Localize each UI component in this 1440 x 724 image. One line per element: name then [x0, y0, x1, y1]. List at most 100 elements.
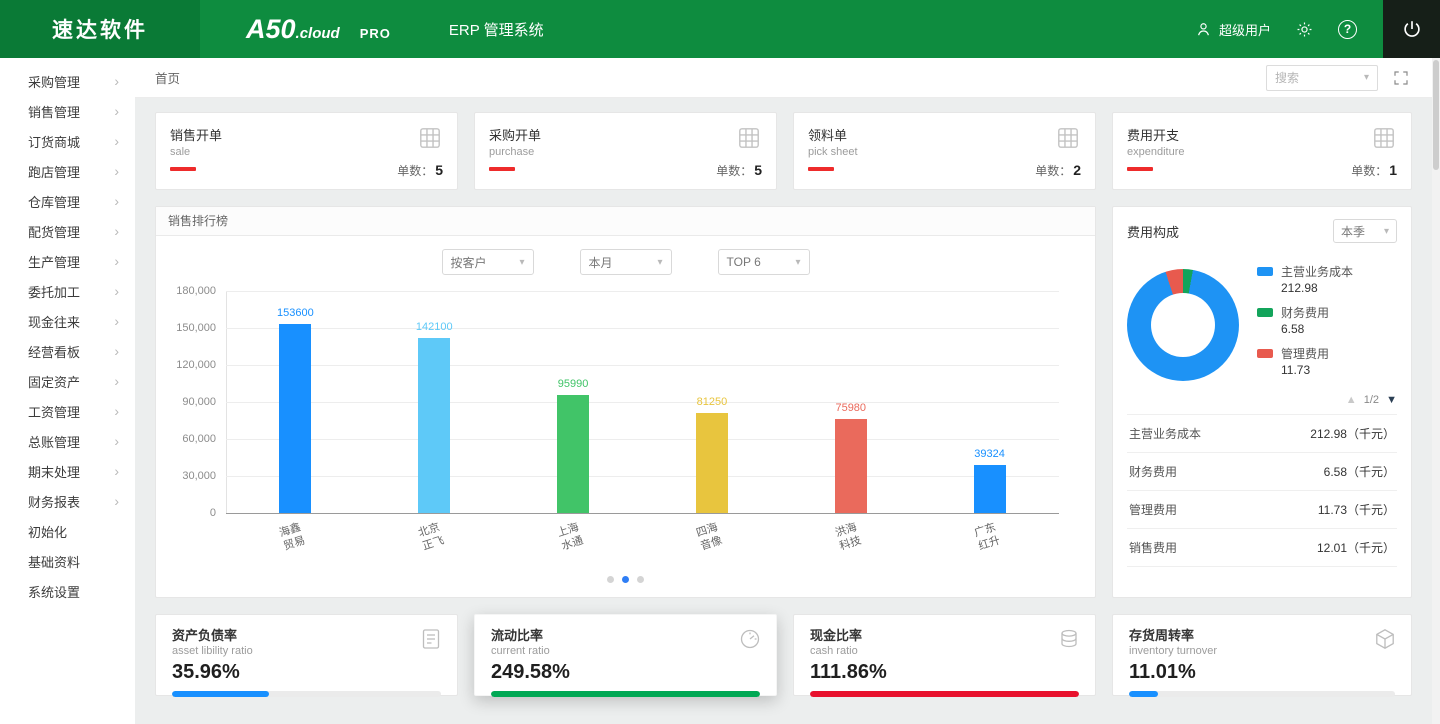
user-menu[interactable]: 超级用户 — [1194, 20, 1271, 39]
x-axis-tick: 北京正飞 — [417, 520, 447, 554]
legend-entry[interactable]: 主营业务成本212.98 — [1257, 263, 1353, 295]
ratio-card[interactable]: 存货周转率inventory turnover11.01% — [1112, 614, 1412, 696]
stat-card[interactable]: 费用开支expenditure单数：1 — [1112, 112, 1412, 190]
chevron-right-icon: › — [114, 403, 119, 419]
x-axis-tick: 海鑫贸易 — [278, 520, 308, 554]
y-axis-tick: 30,000 — [158, 470, 216, 482]
bar-chart: 030,00060,00090,000120,000150,000180,000… — [226, 291, 1059, 513]
x-axis-line — [226, 513, 1059, 514]
sidebar-item[interactable]: 仓库管理› — [0, 186, 135, 216]
stat-card-accent — [808, 167, 834, 171]
sidebar-item[interactable]: 采购管理› — [0, 66, 135, 96]
sidebar-item[interactable]: 基础资料 — [0, 546, 135, 576]
filter-value: TOP 6 — [727, 255, 761, 269]
sidebar-item[interactable]: 总账管理› — [0, 426, 135, 456]
sidebar-item[interactable]: 初始化 — [0, 516, 135, 546]
sidebar: 采购管理›销售管理›订货商城›跑店管理›仓库管理›配货管理›生产管理›委托加工›… — [0, 58, 135, 724]
bar-chart-area: 030,00060,00090,000120,000150,000180,000… — [226, 291, 1059, 513]
month-filter-select[interactable]: 本月 ▾ — [580, 249, 672, 275]
legend-value: 212.98 — [1281, 281, 1353, 295]
sidebar-item[interactable]: 固定资产› — [0, 366, 135, 396]
gridline — [226, 291, 1059, 292]
bar-海鑫贸易[interactable] — [279, 324, 311, 513]
carousel-dot[interactable] — [607, 576, 614, 583]
expense-row-value: 11.73（千元） — [1318, 501, 1395, 518]
ratio-card-subtitle: current ratio — [491, 645, 760, 657]
sidebar-item[interactable]: 销售管理› — [0, 96, 135, 126]
gear-icon[interactable] — [1295, 20, 1314, 39]
stat-card-count: 单数：5 — [397, 162, 443, 179]
stat-card-title: 销售开单 — [170, 125, 443, 144]
bar-洪海科技[interactable] — [835, 419, 867, 513]
sidebar-item[interactable]: 工资管理› — [0, 396, 135, 426]
period-select[interactable]: 本季 ▾ — [1333, 219, 1397, 243]
chevron-right-icon: › — [114, 193, 119, 209]
ratio-card-title: 资产负债率 — [172, 625, 441, 644]
ratio-card[interactable]: 现金比率cash ratio111.86% — [793, 614, 1096, 696]
chevron-right-icon: › — [114, 373, 119, 389]
donut-legend: 主营业务成本212.98 财务费用6.58 管理费用11.73 — [1257, 263, 1353, 386]
fullscreen-icon[interactable] — [1392, 69, 1410, 87]
top-filter-select[interactable]: TOP 6 ▾ — [718, 249, 810, 275]
sidebar-item-label: 委托加工 — [28, 282, 114, 301]
ratio-card[interactable]: 资产负债率asset libility ratio35.96% — [155, 614, 458, 696]
expense-row-label: 财务费用 — [1129, 463, 1177, 480]
sidebar-item[interactable]: 订货商城› — [0, 126, 135, 156]
customer-filter-select[interactable]: 按客户 ▾ — [442, 249, 534, 275]
legend-pager: ▲ 1/2 ▼ — [1127, 394, 1397, 406]
expense-row-label: 主营业务成本 — [1129, 425, 1201, 442]
breadcrumb[interactable]: 首页 — [155, 68, 180, 87]
pager-up-icon[interactable]: ▲ — [1346, 394, 1357, 406]
user-label: 超级用户 — [1219, 20, 1271, 39]
sidebar-item[interactable]: 期末处理› — [0, 456, 135, 486]
legend-value: 6.58 — [1281, 322, 1353, 336]
help-icon[interactable]: ? — [1338, 20, 1357, 39]
sidebar-item[interactable]: 跑店管理› — [0, 156, 135, 186]
chevron-down-icon: ▾ — [657, 257, 662, 268]
sidebar-item[interactable]: 生产管理› — [0, 246, 135, 276]
legend-entry[interactable]: 财务费用6.58 — [1257, 304, 1353, 336]
sidebar-item[interactable]: 财务报表› — [0, 486, 135, 516]
ratio-card-subtitle: asset libility ratio — [172, 645, 441, 657]
filter-value: 按客户 — [451, 254, 487, 271]
expense-row-value: 212.98（千元） — [1310, 425, 1395, 442]
bar-value-label: 95990 — [558, 378, 589, 390]
gridline — [226, 439, 1059, 440]
legend-swatch — [1257, 308, 1273, 317]
legend-entry[interactable]: 管理费用11.73 — [1257, 345, 1353, 377]
ratio-card[interactable]: 流动比率current ratio249.58% — [474, 614, 777, 696]
bar-北京正飞[interactable] — [418, 338, 450, 513]
stat-card[interactable]: 采购开单purchase单数：5 — [474, 112, 777, 190]
bar-上海水通[interactable] — [557, 395, 589, 513]
carousel-dot[interactable] — [637, 576, 644, 583]
expense-row: 财务费用6.58（千元） — [1127, 453, 1397, 491]
sidebar-item[interactable]: 配货管理› — [0, 216, 135, 246]
sidebar-item[interactable]: 经营看板› — [0, 336, 135, 366]
bar-value-label: 81250 — [697, 396, 728, 408]
logout-button[interactable] — [1383, 0, 1440, 58]
expense-row: 主营业务成本 212.98（千元） — [1127, 415, 1397, 453]
sidebar-item[interactable]: 委托加工› — [0, 276, 135, 306]
bar-广东红升[interactable] — [974, 465, 1006, 513]
vertical-scrollbar[interactable] — [1432, 58, 1440, 724]
bar-四海音像[interactable] — [696, 413, 728, 513]
x-axis-tick: 四海音像 — [694, 520, 724, 554]
sidebar-item[interactable]: 系统设置 — [0, 576, 135, 606]
progress-fill — [810, 691, 1079, 697]
sidebar-item-label: 初始化 — [28, 522, 119, 541]
stat-card[interactable]: 销售开单sale单数：5 — [155, 112, 458, 190]
scrollbar-thumb[interactable] — [1433, 60, 1439, 170]
cube-icon — [1373, 627, 1397, 651]
expense-row-value: 12.01（千元） — [1317, 539, 1395, 556]
stat-card[interactable]: 领料单pick sheet单数：2 — [793, 112, 1096, 190]
gridline — [226, 402, 1059, 403]
expense-panel-title: 费用构成 — [1127, 222, 1179, 241]
search-select[interactable]: 搜索 ▾ — [1266, 65, 1378, 91]
pager-down-icon[interactable]: ▼ — [1386, 394, 1397, 406]
carousel-dots — [156, 576, 1095, 583]
sidebar-item-label: 生产管理 — [28, 252, 114, 271]
sidebar-item[interactable]: 现金往来› — [0, 306, 135, 336]
period-value: 本季 — [1341, 223, 1365, 240]
carousel-dot[interactable] — [622, 576, 629, 583]
chevron-down-icon: ▾ — [795, 257, 800, 268]
